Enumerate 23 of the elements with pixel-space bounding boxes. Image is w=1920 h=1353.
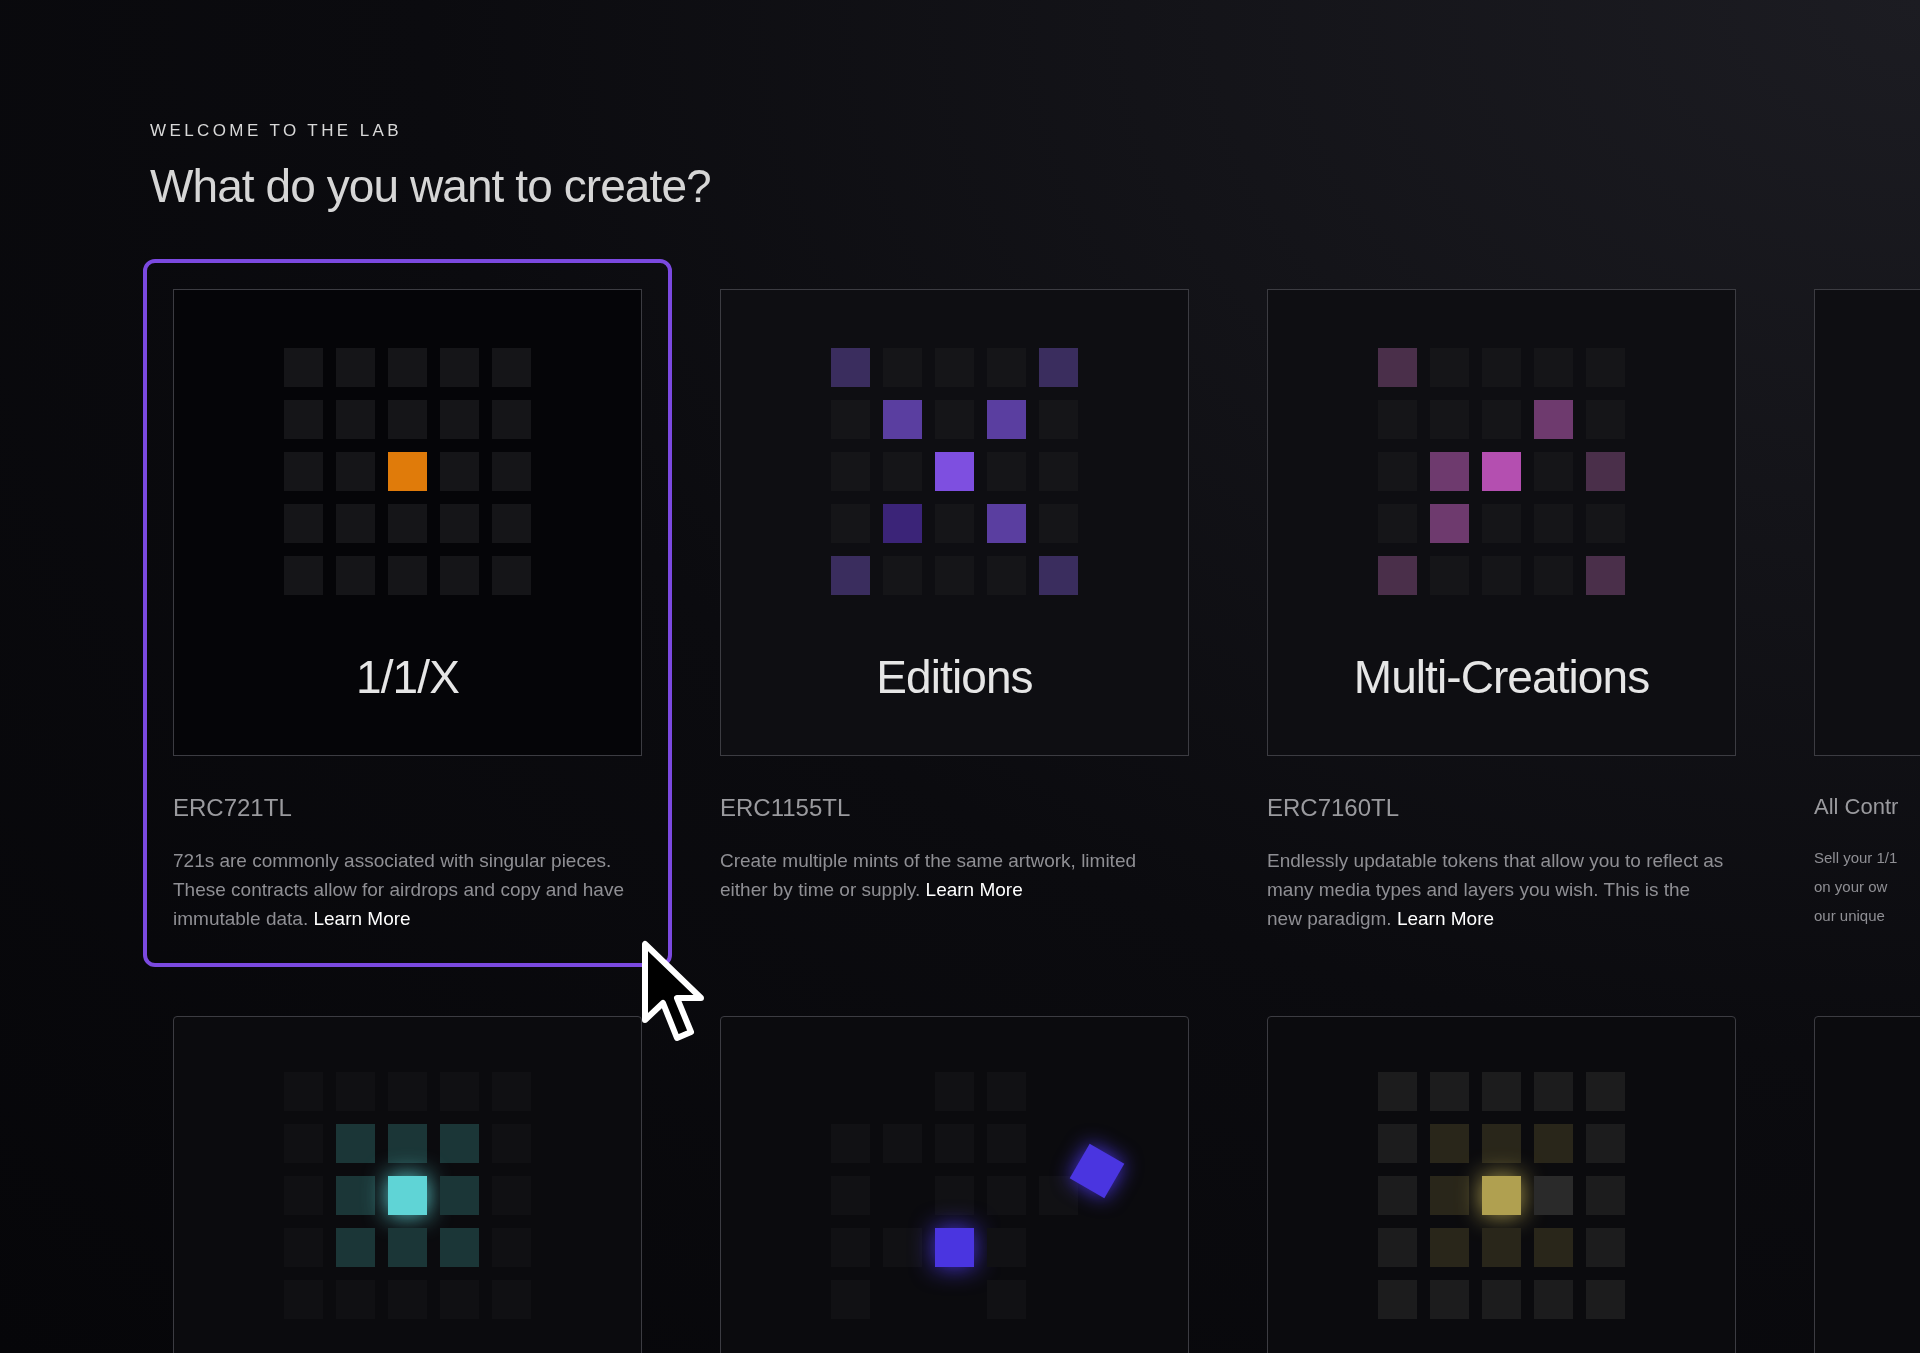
contract-option[interactable]: Editions ERC1155TL Create multiple mints of the same artwork, limited either by time or supply. Learn More [690, 258, 1219, 967]
cursor-icon [641, 940, 707, 1044]
contract-code: ERC1155TL [720, 792, 852, 823]
contract-code: All Contr [1814, 792, 1900, 821]
description-line: on your ow [1814, 876, 1889, 897]
description-line: Sell your 1/1 [1814, 847, 1899, 868]
description-line: our unique [1814, 905, 1886, 926]
contract-code: ERC721TL [173, 792, 293, 823]
contract-description: 721s are commonly associated with singular pieces. These contracts allow for airdrops and copy and have immutable data. Learn More [173, 848, 625, 931]
contract-description: Create multiple mints of the same artwork, limited either by time or supply. Learn More [720, 848, 1138, 902]
page-heading: What do you want to create? [150, 158, 712, 214]
contract-description: Endlessly updatable tokens that allow you to reflect as many media types and layers you wish. This is the new paradigm. Learn More [1267, 848, 1725, 931]
contract-code: ERC7160TL [1267, 792, 1401, 823]
learn-more-link[interactable]: Learn More [313, 907, 411, 929]
card-title: Editions [876, 649, 1033, 705]
card-title: 1/1/X [356, 649, 459, 705]
contract-option[interactable]: 1/1/X ERC721TL 721s are commonly associated with singular pieces. These contracts allow for airdrops and copy and have immutable data. Learn More [143, 258, 672, 967]
learn-more-link[interactable]: Learn More [1396, 907, 1495, 929]
card-title: Multi-Creations [1353, 649, 1650, 705]
eyebrow-text: WELCOME TO THE LAB [150, 120, 404, 142]
learn-more-link[interactable]: Learn More [925, 878, 1023, 900]
contract-option[interactable]: Multi-Creations ERC7160TL Endlessly updatable tokens that allow you to reflect as many media types and layers you wish. This is the new paradigm. Learn More [1237, 258, 1766, 967]
square-icon [1069, 1143, 1125, 1198]
